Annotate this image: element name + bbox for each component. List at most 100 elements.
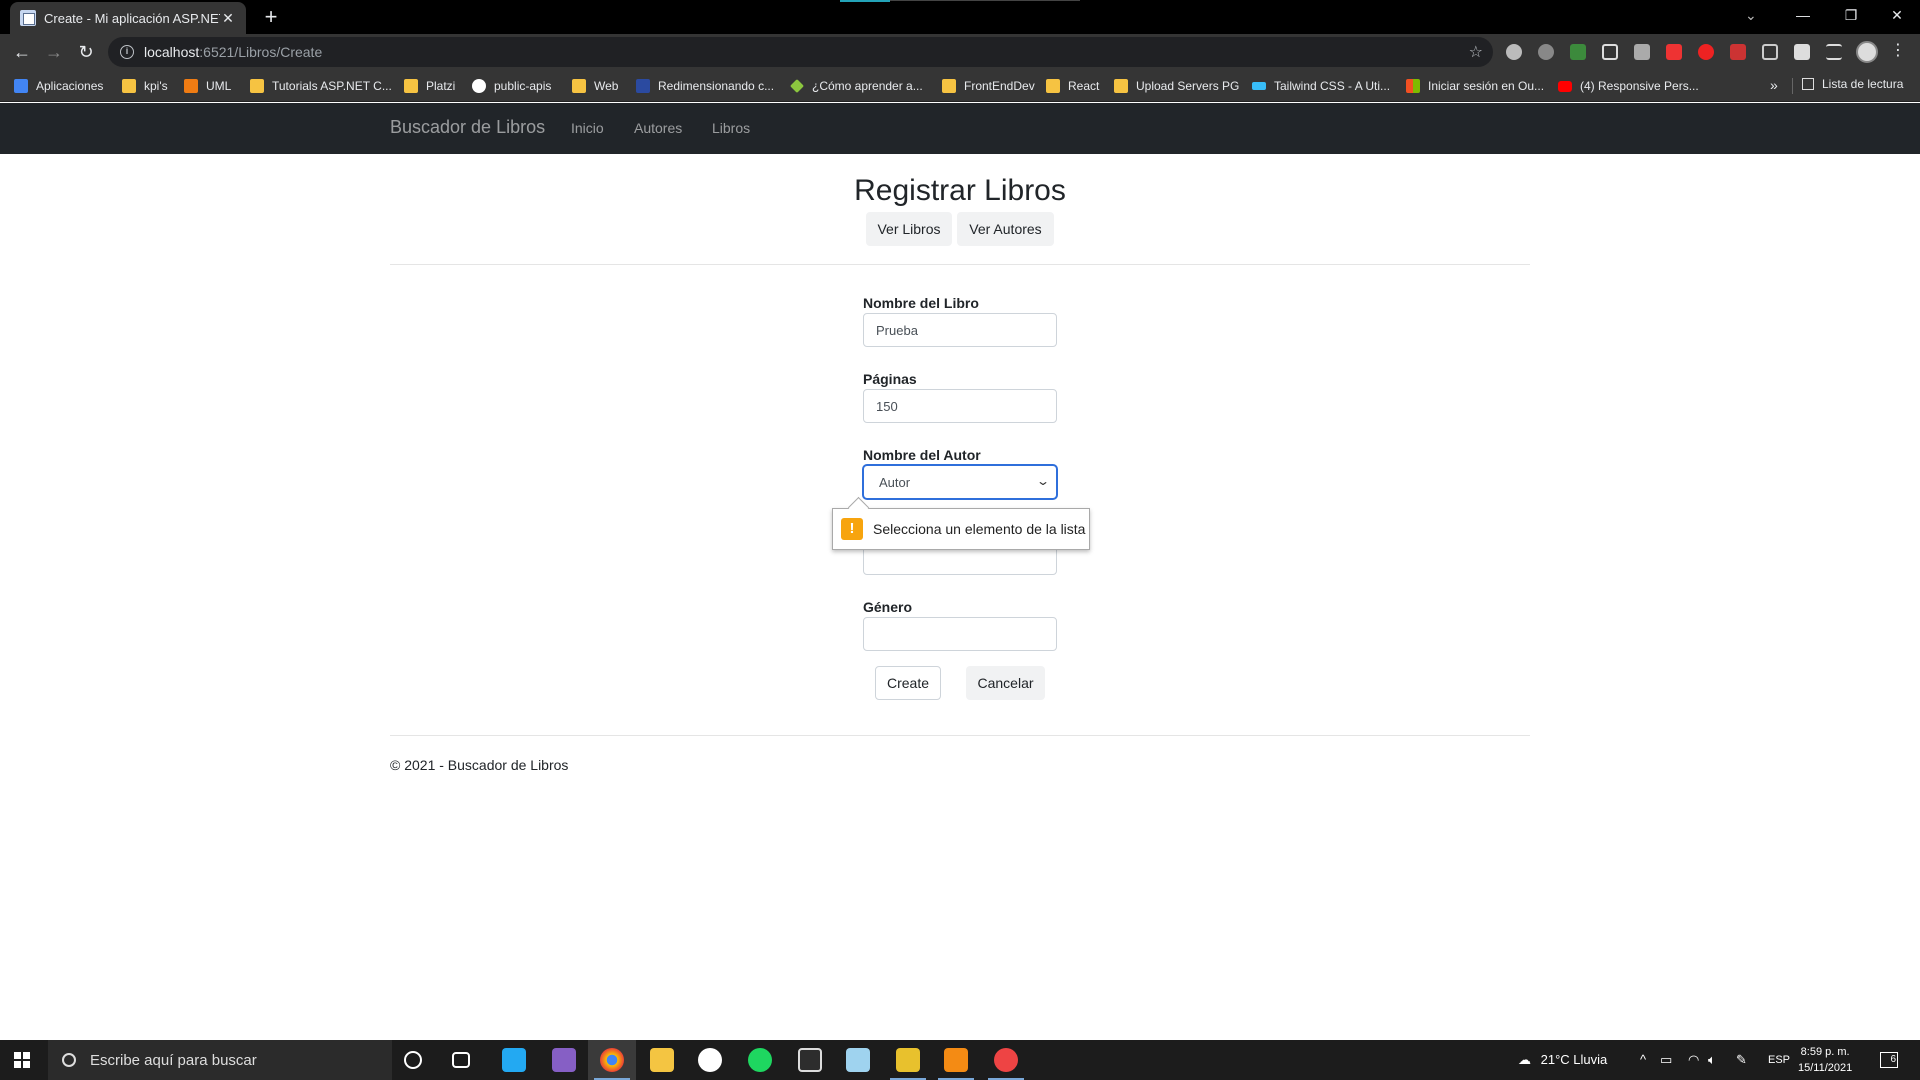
new-tab-button[interactable]: + [258, 4, 284, 30]
bookmark-item[interactable]: Tutorials ASP.NET C... [250, 77, 392, 95]
notes-app-icon[interactable] [846, 1048, 870, 1072]
bookmark-item[interactable]: (4) Responsive Pers... [1558, 77, 1699, 95]
browser-menu-icon[interactable]: ⋮ [1890, 40, 1906, 60]
cortana-icon[interactable] [404, 1051, 422, 1069]
browser-tab[interactable]: Create - Mi aplicación ASP.NET ✕ [10, 2, 246, 34]
nav-link-libros[interactable]: Libros [712, 120, 750, 136]
pen-icon[interactable]: ✎ [1736, 1052, 1747, 1068]
vscode-icon[interactable] [502, 1048, 526, 1072]
back-arrow-icon[interactable]: ← [8, 38, 36, 66]
unity-icon[interactable] [698, 1048, 722, 1072]
language-indicator[interactable]: ESP [1768, 1054, 1790, 1066]
media-queue-icon[interactable] [1826, 44, 1842, 60]
task-view-icon[interactable] [452, 1052, 470, 1068]
footer-text: © 2021 - Buscador de Libros [390, 757, 569, 773]
page-favicon-icon [20, 10, 36, 26]
nav-link-inicio[interactable]: Inicio [571, 120, 604, 136]
bookmark-item[interactable]: UML [184, 77, 231, 95]
uml-icon [184, 79, 198, 93]
windows-start-icon[interactable] [14, 1052, 30, 1068]
minimize-window-icon[interactable]: — [1780, 0, 1826, 30]
validation-tooltip: ! Selecciona un elemento de la lista [832, 508, 1090, 550]
spotify-icon[interactable] [748, 1048, 772, 1072]
bookmark-item[interactable]: Upload Servers PG [1114, 77, 1239, 95]
more-bookmarks-chevron-icon[interactable]: » [1770, 77, 1778, 93]
paginas-label: Páginas [863, 371, 917, 387]
forward-arrow-icon[interactable]: → [40, 38, 68, 66]
bookmark-item[interactable]: ¿Cómo aprender a... [790, 77, 923, 95]
nombre-libro-input[interactable]: Prueba [863, 313, 1057, 347]
bookmark-item[interactable]: public-apis [472, 77, 551, 95]
tab-search-icon[interactable]: ⌄ [1745, 7, 1757, 24]
extension-box-icon[interactable] [1634, 44, 1650, 60]
sticky-app-icon[interactable] [896, 1048, 920, 1072]
profile-avatar[interactable] [1856, 41, 1878, 63]
restore-window-icon[interactable]: ❐ [1828, 0, 1874, 30]
clock-date: 15/11/2021 [1798, 1062, 1853, 1074]
autor-select-value: Autor [879, 474, 911, 490]
browser-toolbar: ← → ↻ i localhost:6521/Libros/Create ☆ ⋮ [0, 34, 1920, 70]
wifi-icon[interactable]: ◠ [1688, 1052, 1699, 1068]
sublime-text-icon[interactable] [944, 1048, 968, 1072]
extension-red-icon[interactable] [1698, 44, 1714, 60]
ver-autores-button[interactable]: Ver Autores [957, 212, 1054, 246]
site-icon [636, 79, 650, 93]
folder-icon [1114, 79, 1128, 93]
chrome-icon[interactable] [600, 1048, 624, 1072]
header-divider [390, 264, 1530, 265]
devtools-app-icon[interactable] [994, 1048, 1018, 1072]
window-accent-line [840, 0, 890, 2]
nombre-autor-label: Nombre del Autor [863, 447, 981, 463]
folder-icon [250, 79, 264, 93]
youtube-icon [1558, 80, 1572, 92]
extensions-puzzle-icon[interactable] [1794, 44, 1810, 60]
autor-select[interactable]: Autor ⌄ [863, 465, 1057, 499]
bookmark-item[interactable]: kpi's [122, 77, 168, 95]
site-info-icon[interactable]: i [120, 45, 134, 59]
address-bar[interactable]: i localhost:6521/Libros/Create ☆ [108, 37, 1493, 67]
tray-chevron-up-icon[interactable]: ^ [1640, 1052, 1646, 1067]
extension-pen-icon[interactable] [1570, 44, 1586, 60]
folder-icon [1046, 79, 1060, 93]
volume-icon[interactable]: 🔈︎ [1708, 1052, 1716, 1068]
create-button[interactable]: Create [875, 666, 941, 700]
system-clock[interactable]: 8:59 p. m. 15/11/2021 [1798, 1044, 1852, 1076]
genero-label: Género [863, 599, 913, 615]
bookmark-item[interactable]: FrontEndDev [942, 77, 1035, 95]
terminal-icon[interactable] [798, 1048, 822, 1072]
weather-widget[interactable]: ☁ 21°C Lluvia [1518, 1052, 1607, 1068]
extension-np-icon[interactable] [1730, 44, 1746, 60]
bookmark-item[interactable]: Platzi [404, 77, 455, 95]
site-navbar: Buscador de Libros Inicio Autores Libros [0, 103, 1920, 154]
extension-cast-icon[interactable] [1762, 44, 1778, 60]
site-brand-link[interactable]: Buscador de Libros [390, 117, 545, 138]
bookmark-item[interactable]: React [1046, 77, 1099, 95]
visual-studio-icon[interactable] [552, 1048, 576, 1072]
extension-window-icon[interactable] [1602, 44, 1618, 60]
chevron-down-icon: ⌄ [1035, 474, 1051, 488]
bookmark-item[interactable]: Aplicaciones [14, 77, 103, 95]
cancel-button[interactable]: Cancelar [966, 666, 1045, 700]
file-explorer-icon[interactable] [650, 1048, 674, 1072]
bookmark-item[interactable]: Iniciar sesión en Ou... [1406, 77, 1544, 95]
nav-link-autores[interactable]: Autores [634, 120, 682, 136]
bookmark-item[interactable]: Web [572, 77, 618, 95]
folder-icon [942, 79, 956, 93]
bookmark-star-icon[interactable]: ☆ [1469, 42, 1483, 62]
close-tab-icon[interactable]: ✕ [220, 10, 236, 27]
taskbar-search-box[interactable]: Escribe aquí para buscar [48, 1040, 392, 1080]
ver-libros-button[interactable]: Ver Libros [866, 212, 952, 246]
close-window-icon[interactable]: ✕ [1874, 0, 1920, 30]
reload-icon[interactable]: ↻ [72, 38, 100, 66]
folder-icon [122, 79, 136, 93]
extension-circle-icon[interactable] [1538, 44, 1554, 60]
genero-input[interactable] [863, 617, 1057, 651]
bookmark-item[interactable]: Redimensionando c... [636, 77, 774, 95]
extension-tp-icon[interactable] [1666, 44, 1682, 60]
extension-gear-icon[interactable] [1506, 44, 1522, 60]
bookmark-item[interactable]: Tailwind CSS - A Uti... [1252, 77, 1390, 95]
paginas-input[interactable]: 150 [863, 389, 1057, 423]
tray-device-icon[interactable]: ▭ [1660, 1052, 1672, 1068]
reading-list-button[interactable]: Lista de lectura [1802, 77, 1903, 91]
notifications-icon[interactable]: 6 [1880, 1052, 1898, 1068]
